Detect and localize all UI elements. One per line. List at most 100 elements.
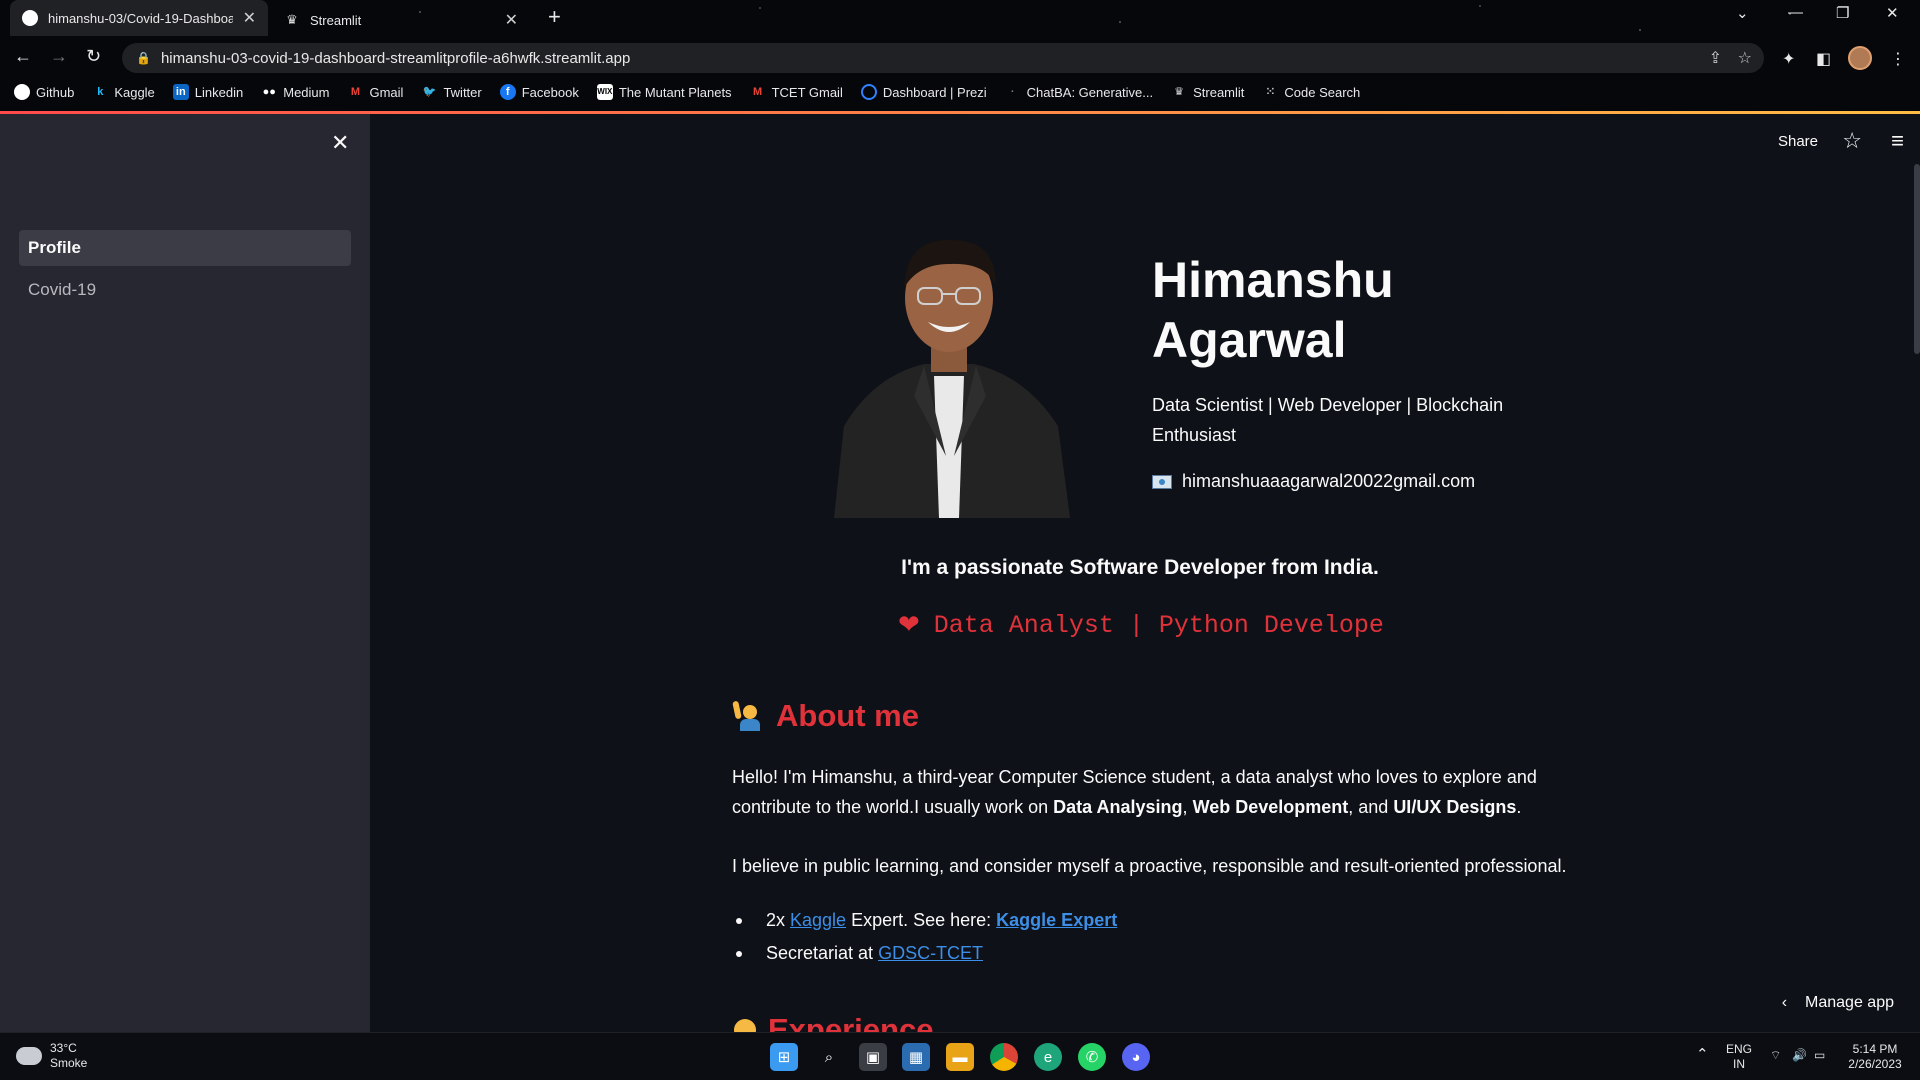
experience-heading: Experience <box>734 1012 933 1032</box>
bookmark-github[interactable]: Github <box>14 84 74 100</box>
weather-widget[interactable]: 33°C Smoke <box>16 1041 87 1071</box>
typing-animation: ❤ Data Analyst | Python Develope <box>898 610 1384 640</box>
bookmark-tcet-gmail[interactable]: M TCET Gmail <box>750 84 843 100</box>
about-bold-text: UI/UX Designs <box>1393 797 1517 817</box>
file-explorer-icon[interactable]: ▬ <box>946 1043 974 1071</box>
extensions-icon[interactable]: ✦ <box>1782 49 1795 69</box>
chrome-icon[interactable] <box>990 1043 1018 1071</box>
about-bold-text: Web Development <box>1192 797 1349 817</box>
share-button[interactable]: Share <box>1778 133 1818 150</box>
about-text: , and <box>1348 797 1394 817</box>
bookmark-streamlit[interactable]: ♛ Streamlit <box>1171 84 1244 100</box>
bookmark-label: Github <box>36 84 75 100</box>
linkedin-icon: in <box>172 84 189 100</box>
bookmark-twitter[interactable]: 🐦 Twitter <box>421 84 482 100</box>
bookmarks-bar: Github k Kaggle in Linkedin ●● Medium M Gmai… <box>0 80 1920 104</box>
wifi-icon[interactable]: ⌔ <box>1770 1048 1781 1063</box>
bookmark-linkedin[interactable]: in Linkedin <box>172 84 243 100</box>
bookmark-facebook[interactable]: f Facebook <box>499 84 579 100</box>
profile-name: Himanshu Agarwal <box>1152 252 1394 368</box>
list-text: Secretariat at <box>766 943 879 963</box>
kaggle-icon: k <box>97 86 104 98</box>
gmail-icon: M <box>350 86 361 98</box>
bookmark-label: TCET Gmail <box>771 84 843 100</box>
task-view-icon[interactable]: ▣ <box>859 1043 887 1071</box>
battery-icon[interactable]: ▭ <box>1814 1048 1825 1063</box>
chrome-menu-icon[interactable]: ⋮ <box>1890 49 1906 69</box>
address-bar[interactable]: 🔒 himanshu-03-covid-19-dashboard-streaml… <box>122 43 1764 73</box>
bookmark-gmail[interactable]: M Gmail <box>347 84 404 100</box>
bookmark-label: Code Search <box>1284 84 1361 100</box>
bookmark-code-search[interactable]: ⁙ Code Search <box>1262 84 1361 100</box>
windows-start-icon[interactable]: ⊞ <box>770 1043 798 1071</box>
kaggle-expert-link[interactable]: Kaggle Expert <box>996 910 1117 930</box>
bookmark-prezi[interactable]: Dashboard | Prezi <box>860 84 987 100</box>
minimize-icon[interactable]: — <box>1788 4 1803 21</box>
clock[interactable]: 5:14 PM 2/26/2023 <box>1840 1042 1910 1072</box>
star-icon[interactable]: ☆ <box>1842 128 1862 154</box>
tab-title: himanshu-03/Covid-19-Dashboa <box>48 10 233 26</box>
discord-icon[interactable]: ◕ <box>1122 1043 1150 1071</box>
medium-icon: ●● <box>262 86 276 98</box>
raising-hand-icon <box>732 700 764 731</box>
sidebar: ✕ Profile Covid-19 <box>0 114 370 1032</box>
edge-icon[interactable]: e <box>1034 1043 1062 1071</box>
scrollbar[interactable] <box>1914 164 1920 354</box>
github-icon <box>22 10 38 26</box>
back-icon[interactable]: ← <box>14 46 32 67</box>
twitter-icon: 🐦 <box>422 86 437 98</box>
bookmark-label: Gmail <box>369 84 404 100</box>
close-sidebar-icon[interactable]: ✕ <box>331 130 349 156</box>
tray-overflow-icon[interactable]: ⌃ <box>1696 1047 1709 1062</box>
share-page-icon[interactable]: ⇪ <box>1709 48 1722 68</box>
sidebar-item-covid-19[interactable]: Covid-19 <box>19 272 351 308</box>
close-tab-icon[interactable]: ✕ <box>505 10 518 30</box>
gmail-icon: M <box>752 86 763 98</box>
volume-icon[interactable]: 🔊 <box>1792 1048 1807 1063</box>
whatsapp-icon[interactable]: ✆ <box>1078 1043 1106 1071</box>
bookmark-label: Twitter <box>443 84 482 100</box>
experience-heading-text: Experience <box>768 1012 934 1032</box>
chatba-icon: · <box>1010 86 1015 98</box>
bookmark-medium[interactable]: ●● Medium <box>261 84 330 100</box>
bookmark-label: ChatBA: Generative... <box>1026 84 1154 100</box>
kaggle-link[interactable]: Kaggle <box>790 910 846 930</box>
profile-avatar[interactable] <box>1848 46 1872 70</box>
clock-time: 5:14 PM <box>1852 1042 1898 1056</box>
browser-tab[interactable]: ♛ Streamlit ✕ <box>272 4 530 36</box>
manage-app-label: Manage app <box>1805 994 1894 1011</box>
list-text: 2x <box>766 910 791 930</box>
tab-search-icon[interactable]: ⌄ <box>1736 4 1749 22</box>
intro-text: I'm a passionate Software Developer from… <box>901 556 1379 579</box>
bookmark-label: Streamlit <box>1193 84 1245 100</box>
list-item: 2x Kaggle Expert. See here: Kaggle Exper… <box>732 904 1117 937</box>
reload-icon[interactable]: ↻ <box>86 46 101 67</box>
close-window-icon[interactable]: ✕ <box>1886 4 1899 22</box>
lock-icon: 🔒 <box>136 51 151 65</box>
restore-icon[interactable]: ❐ <box>1836 4 1849 22</box>
sidebar-item-profile[interactable]: Profile <box>19 230 351 266</box>
experience-emoji-icon <box>734 1019 756 1032</box>
lang-region: IN <box>1733 1057 1745 1071</box>
bookmark-chatba[interactable]: · ChatBA: Generative... <box>1005 84 1153 100</box>
gdsc-tcet-link[interactable]: GDSC-TCET <box>878 943 983 963</box>
browser-tab-active[interactable]: himanshu-03/Covid-19-Dashboa ✕ <box>10 0 268 36</box>
store-icon[interactable]: ▦ <box>902 1043 930 1071</box>
typing-text: Data Analyst | Python Develope <box>933 610 1384 640</box>
search-icon[interactable]: ⌕ <box>815 1043 843 1071</box>
side-panel-icon[interactable]: ◧ <box>1816 49 1831 69</box>
bookmark-mutant-planets[interactable]: WIX The Mutant Planets <box>596 84 732 100</box>
bookmark-label: Dashboard | Prezi <box>882 84 987 100</box>
new-tab-button[interactable]: + <box>548 4 561 30</box>
close-tab-icon[interactable]: ✕ <box>243 8 256 28</box>
chevron-left-icon: ‹ <box>1781 994 1788 1011</box>
windows-taskbar: 33°C Smoke ⊞ ⌕ ▣ ▦ ▬ e ✆ ◕ ⌃ ENG IN ⌔ 🔊 ▭ … <box>0 1032 1920 1080</box>
about-text: . <box>1516 797 1522 817</box>
manage-app-button[interactable]: ‹ Manage app <box>1782 994 1894 1012</box>
forward-icon[interactable]: → <box>50 46 68 67</box>
language-indicator[interactable]: ENG IN <box>1726 1042 1752 1072</box>
hamburger-menu-icon[interactable]: ≡ <box>1891 128 1904 154</box>
bookmark-kaggle[interactable]: k Kaggle <box>92 84 155 100</box>
main-content: Share ☆ ≡ Himanshu Agarwal Data Scientis… <box>370 114 1920 1032</box>
bookmark-star-icon[interactable]: ☆ <box>1738 48 1752 68</box>
